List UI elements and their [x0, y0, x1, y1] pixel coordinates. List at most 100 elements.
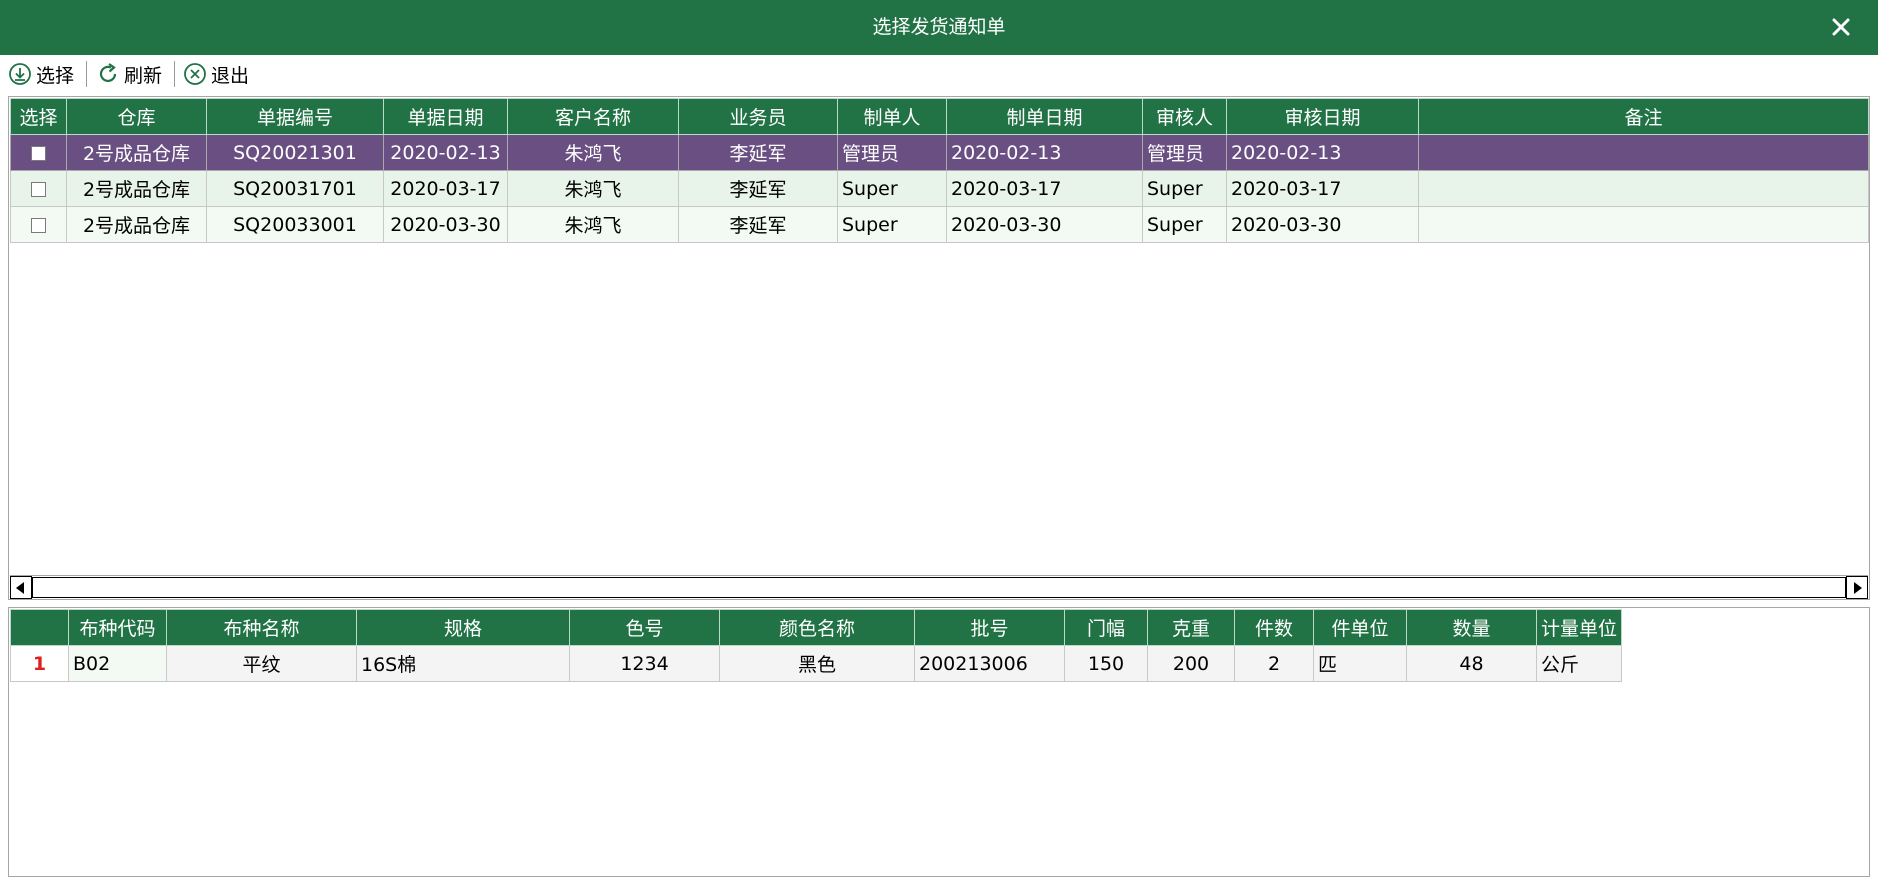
table-cell: 李延军 — [678, 134, 838, 171]
table-cell: Super — [1142, 206, 1227, 243]
toolbar-divider — [174, 61, 175, 87]
col-header[interactable]: 色号 — [569, 609, 720, 646]
col-header[interactable]: 仓库 — [66, 98, 207, 135]
select-cell[interactable] — [10, 170, 67, 207]
close-icon[interactable] — [1824, 10, 1858, 44]
table-row[interactable]: 2号成品仓库 SQ20021301 2020-02-13 朱鸿飞 李延军 管理员… — [10, 134, 1869, 171]
table-header-row: 布种代码 布种名称 规格 色号 颜色名称 批号 门幅 克重 件数 件单位 数量 … — [10, 609, 1622, 646]
table-cell — [1418, 134, 1869, 171]
table-cell: 2号成品仓库 — [66, 206, 207, 243]
col-header[interactable]: 门幅 — [1064, 609, 1148, 646]
table-cell: 2020-03-17 — [1226, 170, 1419, 207]
col-header[interactable]: 规格 — [356, 609, 570, 646]
toolbar: 选择 刷新 退出 — [0, 55, 1878, 93]
refresh-icon — [99, 63, 117, 83]
table-cell: 2020-03-30 — [1226, 206, 1419, 243]
col-header[interactable]: 件单位 — [1313, 609, 1407, 646]
table-cell: Super — [837, 170, 947, 207]
col-header[interactable]: 布种名称 — [166, 609, 357, 646]
table-cell — [1418, 170, 1869, 207]
col-header[interactable]: 选择 — [10, 98, 67, 135]
col-header[interactable]: 批号 — [914, 609, 1065, 646]
table-cell: 朱鸿飞 — [507, 170, 679, 207]
download-icon — [9, 63, 31, 85]
table-cell: 2020-03-30 — [383, 206, 508, 243]
table-cell: Super — [837, 206, 947, 243]
table-cell: 管理员 — [1142, 134, 1227, 171]
scrollbar-thumb[interactable] — [32, 577, 1846, 598]
table-row[interactable]: 2号成品仓库 SQ20031701 2020-03-17 朱鸿飞 李延军 Sup… — [10, 170, 1869, 207]
col-header[interactable]: 件数 — [1234, 609, 1314, 646]
fabric-detail-table: 布种代码 布种名称 规格 色号 颜色名称 批号 门幅 克重 件数 件单位 数量 … — [10, 609, 1622, 682]
fabric-detail-panel: 布种代码 布种名称 规格 色号 颜色名称 批号 门幅 克重 件数 件单位 数量 … — [8, 607, 1870, 877]
table-cell: 2020-03-17 — [383, 170, 508, 207]
table-cell: 2号成品仓库 — [66, 134, 207, 171]
col-header — [10, 609, 69, 646]
table-cell: 2020-02-13 — [383, 134, 508, 171]
table-row[interactable]: 1 B02 平纹 16S棉 1234 黑色 200213006 150 200 … — [10, 645, 1622, 682]
table-cell: 48 — [1406, 645, 1537, 682]
select-label: 选择 — [36, 64, 75, 87]
col-header[interactable]: 计量单位 — [1536, 609, 1622, 646]
select-button[interactable]: 选择 — [8, 60, 74, 88]
table-header-row: 选择 仓库 单据编号 单据日期 客户名称 业务员 制单人 制单日期 审核人 审核… — [10, 98, 1869, 135]
table-cell — [1418, 206, 1869, 243]
table-cell: Super — [1142, 170, 1227, 207]
col-header[interactable]: 制单日期 — [946, 98, 1143, 135]
table-cell: 2020-03-30 — [946, 206, 1143, 243]
table-cell: 李延军 — [678, 170, 838, 207]
horizontal-scrollbar[interactable] — [10, 575, 1868, 599]
col-header[interactable]: 数量 — [1406, 609, 1537, 646]
refresh-button[interactable]: 刷新 — [96, 60, 162, 88]
col-header[interactable]: 业务员 — [678, 98, 838, 135]
table-cell: 朱鸿飞 — [507, 134, 679, 171]
col-header[interactable]: 审核人 — [1142, 98, 1227, 135]
table-cell: 2020-02-13 — [1226, 134, 1419, 171]
table-cell: 2020-02-13 — [946, 134, 1143, 171]
table-row[interactable]: 2号成品仓库 SQ20033001 2020-03-30 朱鸿飞 李延军 Sup… — [10, 206, 1869, 243]
scroll-right-icon[interactable] — [1846, 576, 1868, 599]
col-header[interactable]: 审核日期 — [1226, 98, 1419, 135]
col-header[interactable]: 颜色名称 — [719, 609, 915, 646]
table-cell: 朱鸿飞 — [507, 206, 679, 243]
select-cell[interactable] — [10, 206, 67, 243]
col-header[interactable]: 克重 — [1147, 609, 1235, 646]
col-header[interactable]: 制单人 — [837, 98, 947, 135]
table-cell: 200213006 — [914, 645, 1065, 682]
table-cell: 150 — [1064, 645, 1148, 682]
select-cell[interactable] — [10, 134, 67, 171]
table-cell: B02 — [68, 645, 167, 682]
refresh-label: 刷新 — [124, 64, 163, 87]
exit-button[interactable]: 退出 — [183, 60, 249, 88]
table-cell: SQ20031701 — [206, 170, 384, 207]
table-cell: 2020-03-17 — [946, 170, 1143, 207]
table-cell: 2号成品仓库 — [66, 170, 207, 207]
table-cell: 1234 — [569, 645, 720, 682]
toolbar-divider — [86, 61, 87, 87]
col-header[interactable]: 备注 — [1418, 98, 1869, 135]
scroll-left-icon[interactable] — [10, 576, 32, 599]
table-cell: 公斤 — [1536, 645, 1622, 682]
row-checkbox[interactable] — [31, 217, 46, 233]
notice-list-panel: 选择 仓库 单据编号 单据日期 客户名称 业务员 制单人 制单日期 审核人 审核… — [8, 96, 1870, 600]
table-cell: 200 — [1147, 645, 1235, 682]
table-cell: 2 — [1234, 645, 1314, 682]
row-checkbox[interactable] — [31, 181, 46, 197]
window-title: 选择发货通知单 — [872, 16, 1006, 38]
col-header[interactable]: 客户名称 — [507, 98, 679, 135]
row-number: 1 — [10, 645, 69, 682]
col-header[interactable]: 布种代码 — [68, 609, 167, 646]
close-circle-icon — [184, 63, 206, 85]
table-cell: SQ20033001 — [206, 206, 384, 243]
col-header[interactable]: 单据编号 — [206, 98, 384, 135]
col-header[interactable]: 单据日期 — [383, 98, 508, 135]
table-cell: SQ20021301 — [206, 134, 384, 171]
exit-label: 退出 — [211, 64, 250, 87]
title-bar: 选择发货通知单 — [0, 0, 1878, 55]
notice-table: 选择 仓库 单据编号 单据日期 客户名称 业务员 制单人 制单日期 审核人 审核… — [10, 98, 1869, 243]
table-cell: 黑色 — [719, 645, 915, 682]
table-cell: 管理员 — [837, 134, 947, 171]
table-cell: 李延军 — [678, 206, 838, 243]
row-checkbox[interactable] — [31, 145, 46, 161]
table-cell: 16S棉 — [356, 645, 570, 682]
